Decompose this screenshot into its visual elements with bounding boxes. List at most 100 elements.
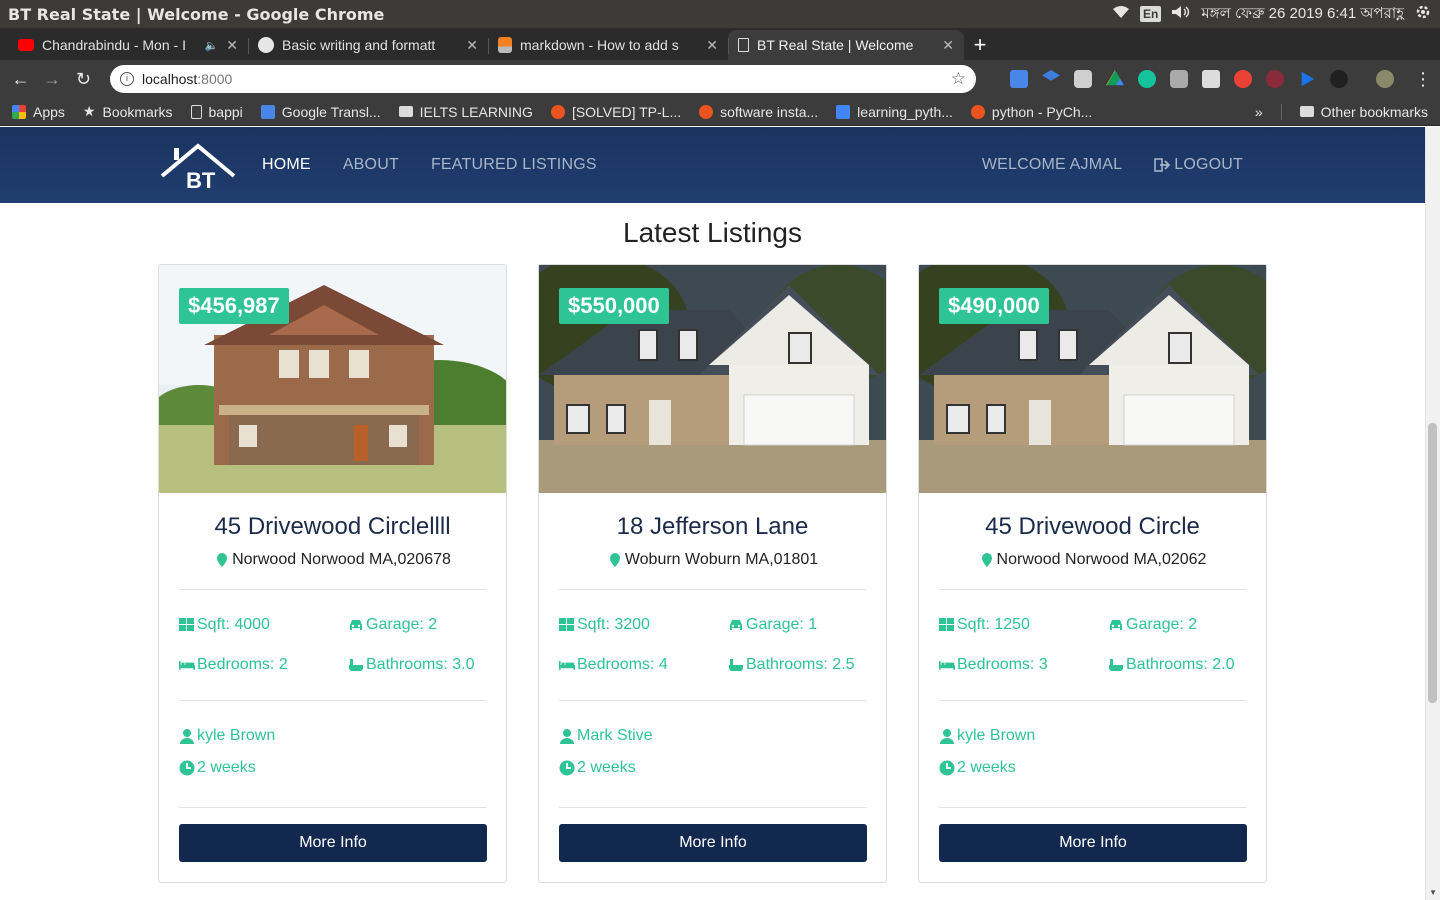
- record-extension-icon[interactable]: [1234, 70, 1253, 88]
- listing-title[interactable]: 18 Jefferson Lane: [559, 513, 866, 541]
- map-marker-icon: [609, 553, 620, 567]
- bookmark-ielts-learning[interactable]: IELTS LEARNING: [398, 104, 533, 120]
- bookmark-label: learning_pyth...: [857, 103, 953, 120]
- logo-text: BT: [186, 168, 216, 190]
- address-text: Norwood Norwood MA,02062: [996, 551, 1207, 568]
- listing-stats: Sqft: 3200 Garage: 1 Bedrooms: 4 Bathroo…: [559, 616, 866, 674]
- info-icon[interactable]: i: [120, 72, 135, 86]
- tab-label: Basic writing and formatt: [282, 37, 436, 53]
- back-arrow-icon[interactable]: ←: [8, 66, 33, 92]
- page-viewport: BT HOME ABOUT FEATURED LISTINGS WELCOME …: [0, 127, 1440, 900]
- bookmark-software-install[interactable]: software insta...: [699, 104, 818, 120]
- nav-welcome-user[interactable]: WELCOME AJMAL: [982, 156, 1122, 174]
- stat-text: Sqft: 4000: [197, 616, 270, 633]
- profile-avatar-icon[interactable]: [1376, 70, 1395, 88]
- tab-github[interactable]: Basic writing and formatt ✕: [248, 30, 488, 60]
- tab-label: markdown - How to add s: [520, 37, 679, 53]
- close-icon[interactable]: ✕: [466, 37, 478, 54]
- wifi-icon[interactable]: [1112, 5, 1130, 23]
- nav-logout[interactable]: LOGOUT: [1154, 156, 1243, 174]
- bookmark-apps[interactable]: Apps: [12, 104, 65, 120]
- th-large-icon: [939, 618, 954, 631]
- scrollbar-thumb[interactable]: [1428, 423, 1437, 703]
- stat-text: Garage: 1: [746, 616, 818, 633]
- bookmark-bappi[interactable]: bappi: [190, 104, 243, 120]
- bookmark-google-translate[interactable]: Google Transl...: [260, 104, 381, 120]
- new-tab-button[interactable]: +: [964, 30, 996, 60]
- stat-sqft: Sqft: 1250: [939, 616, 1108, 634]
- keyboard-language-indicator[interactable]: En: [1140, 6, 1162, 22]
- camera-extension-icon[interactable]: [1074, 70, 1093, 88]
- volume-icon[interactable]: [1171, 5, 1191, 23]
- tab-bt-real-state[interactable]: BT Real State | Welcome ✕: [728, 30, 964, 60]
- stat-bedrooms: Bedrooms: 4: [559, 656, 728, 674]
- section-title: Latest Listings: [623, 217, 802, 248]
- page-scrollbar[interactable]: ▼: [1425, 127, 1440, 900]
- forward-arrow-icon[interactable]: →: [39, 66, 64, 92]
- dropbox-extension-icon[interactable]: [1042, 70, 1061, 81]
- bookmarks-overflow-chevron-icon[interactable]: »: [1255, 104, 1263, 120]
- stat-sqft: Sqft: 4000: [179, 616, 348, 634]
- k-extension-icon[interactable]: [1266, 70, 1285, 88]
- tab-youtube[interactable]: Chandrabindu - Mon - I 🔈 ✕: [8, 30, 248, 60]
- bt-logo[interactable]: BT: [160, 140, 236, 193]
- folder-icon: [398, 106, 413, 117]
- divider: [559, 700, 866, 701]
- pocket-extension-icon[interactable]: [1170, 70, 1189, 88]
- settings-gear-icon[interactable]: [1414, 3, 1432, 25]
- close-icon[interactable]: ✕: [942, 37, 954, 54]
- url-host: localhost: [142, 71, 198, 87]
- nav-home[interactable]: HOME: [262, 156, 311, 174]
- reload-icon[interactable]: ↻: [71, 66, 96, 92]
- clock[interactable]: মঙ্গল ফেব্রু 26 2019 6:41 অপরাহ্ণ: [1201, 2, 1404, 27]
- bookmark-other-bookmarks[interactable]: Other bookmarks: [1299, 104, 1428, 120]
- askubuntu-icon: [699, 104, 714, 119]
- chrome-menu-icon[interactable]: ⋮: [1414, 69, 1432, 90]
- audio-muted-icon[interactable]: 🔈: [205, 39, 219, 52]
- bath-icon: [1109, 659, 1123, 671]
- stat-bathrooms: Bathrooms: 2.5: [728, 656, 867, 674]
- bookmark-label: Bookmarks: [102, 103, 173, 120]
- close-icon[interactable]: ✕: [706, 37, 718, 54]
- listing-photo[interactable]: $490,000: [919, 265, 1266, 493]
- play-extension-icon[interactable]: [1301, 71, 1315, 87]
- nav-featured-listings[interactable]: FEATURED LISTINGS: [431, 156, 597, 174]
- more-info-button[interactable]: More Info: [179, 824, 487, 862]
- address-text: Norwood Norwood MA,020678: [232, 551, 451, 568]
- address-bar[interactable]: i localhost:8000 ☆: [110, 65, 977, 93]
- bookmark-star-icon[interactable]: ☆: [951, 69, 966, 89]
- bookmark-bookmarks[interactable]: ★ Bookmarks: [83, 103, 173, 120]
- bookmark-python-pycharm[interactable]: python - PyCh...: [970, 104, 1092, 120]
- tab-stackoverflow[interactable]: markdown - How to add s ✕: [488, 30, 728, 60]
- listing-card: $550,000 18 Jefferson Lane Woburn Woburn…: [538, 264, 887, 883]
- bookmark-label: Apps: [33, 103, 65, 120]
- listing-photo[interactable]: $456,987: [159, 265, 506, 493]
- more-info-button[interactable]: More Info: [559, 824, 867, 862]
- close-icon[interactable]: ✕: [226, 37, 238, 54]
- stat-sqft: Sqft: 3200: [559, 616, 728, 634]
- user-icon: [560, 729, 574, 744]
- bookmark-learning-python[interactable]: learning_pyth...: [836, 104, 953, 120]
- listing-title[interactable]: 45 Drivewood Circlellll: [179, 513, 486, 541]
- clock-icon: [179, 760, 195, 776]
- google-drive-extension-icon[interactable]: [1106, 70, 1125, 86]
- stat-text: Bedrooms: 4: [577, 656, 668, 673]
- divider: [939, 589, 1246, 590]
- shield-extension-icon[interactable]: [1330, 70, 1349, 88]
- listing-address: Norwood Norwood MA,02062: [939, 551, 1246, 569]
- nav-about[interactable]: ABOUT: [343, 156, 399, 174]
- listing-title[interactable]: 45 Drivewood Circle: [939, 513, 1246, 541]
- google-translate-extension-icon[interactable]: [1010, 70, 1029, 88]
- gmail-extension-icon[interactable]: [1202, 70, 1221, 88]
- stat-text: Sqft: 1250: [957, 616, 1030, 633]
- bookmark-solved-tp-link[interactable]: [SOLVED] TP-L...: [550, 104, 681, 120]
- listing-photo[interactable]: $550,000: [539, 265, 886, 493]
- tab-label: Chandrabindu - Mon - I: [42, 37, 186, 53]
- listings-grid: $456,987 45 Drivewood Circlellll Norwood…: [158, 264, 1267, 883]
- scroll-down-arrow-icon[interactable]: ▼: [1429, 888, 1437, 897]
- bookmark-blue-icon: [836, 104, 851, 119]
- more-info-button[interactable]: More Info: [939, 824, 1247, 862]
- page-icon: [190, 104, 202, 119]
- grammarly-extension-icon[interactable]: [1138, 70, 1157, 88]
- user-icon: [180, 729, 194, 744]
